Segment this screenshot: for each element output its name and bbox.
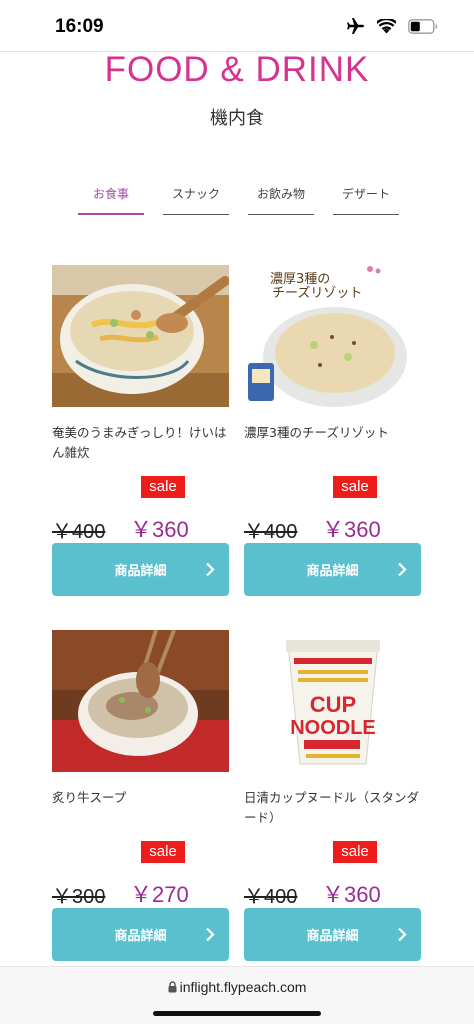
price-sale: ￥270	[130, 882, 189, 907]
chevron-right-icon	[398, 562, 407, 577]
chevron-right-icon	[398, 927, 407, 942]
lock-icon	[168, 981, 177, 993]
product-card: CUP NOODLE 日清カップヌードル（スタンダード） sale ￥400 ￥…	[244, 630, 421, 961]
detail-button-label: 商品詳細	[114, 564, 167, 579]
status-time: 16:09	[55, 16, 104, 37]
price-original: ￥400	[244, 521, 298, 543]
battery-icon	[408, 18, 438, 34]
tab-drinks[interactable]: お飲み物	[248, 184, 314, 215]
url-text: inflight.flypeach.com	[179, 979, 307, 995]
product-name: 日清カップヌードル（スタンダード）	[244, 790, 420, 825]
tab-snacks[interactable]: スナック	[163, 184, 229, 215]
product-image-beef-soup[interactable]	[52, 630, 229, 772]
sale-badge: sale	[333, 841, 377, 863]
tab-meals[interactable]: お食事	[78, 184, 144, 215]
page-title: FOOD & DRINK	[104, 50, 370, 89]
price-sale: ￥360	[322, 882, 381, 907]
status-bar: 16:09	[0, 0, 474, 52]
url-display[interactable]: inflight.flypeach.com	[0, 979, 474, 995]
browser-url-bar[interactable]: inflight.flypeach.com	[0, 966, 474, 1024]
product-card: 奄美のうまみぎっしり！けいはん雑炊 sale ￥400 ￥360 商品詳細	[52, 265, 229, 596]
chevron-right-icon	[206, 927, 215, 942]
detail-button-label: 商品詳細	[306, 564, 359, 579]
price-sale: ￥360	[322, 517, 381, 542]
sale-badge: sale	[141, 476, 185, 498]
price-sale: ￥360	[130, 517, 189, 542]
product-name: 炙り牛スープ	[52, 790, 127, 805]
image-caption-line2: チーズリゾット	[272, 285, 362, 301]
price-original: ￥300	[52, 886, 106, 908]
tab-desserts[interactable]: デザート	[333, 184, 399, 215]
chevron-right-icon	[206, 562, 215, 577]
sale-badge: sale	[141, 841, 185, 863]
price-original: ￥400	[244, 886, 298, 908]
price-original: ￥400	[52, 521, 106, 543]
product-image-cup-noodle[interactable]: CUP NOODLE	[244, 630, 421, 772]
detail-button-label: 商品詳細	[114, 929, 167, 944]
airplane-icon	[345, 17, 365, 35]
category-tabs: お食事 スナック お飲み物 デザート	[78, 184, 399, 215]
product-card: 炙り牛スープ sale ￥300 ￥270 商品詳細	[52, 630, 229, 961]
image-caption-line1: 濃厚3種の	[270, 271, 330, 287]
product-image-zosui[interactable]	[52, 265, 229, 407]
svg-text:CUP: CUP	[310, 692, 356, 717]
detail-button-label: 商品詳細	[306, 929, 359, 944]
product-name: 奄美のうまみぎっしり！けいはん雑炊	[52, 425, 227, 460]
sale-badge: sale	[333, 476, 377, 498]
product-detail-button[interactable]: 商品詳細	[52, 908, 229, 961]
product-detail-button[interactable]: 商品詳細	[52, 543, 229, 596]
page-subtitle: 機内食	[210, 108, 264, 129]
home-indicator[interactable]	[153, 1011, 321, 1016]
svg-text:NOODLE: NOODLE	[290, 717, 376, 739]
status-icons	[345, 17, 438, 35]
product-card: 濃厚3種の チーズリゾット 濃厚3種のチーズリゾット sale ￥400 ￥36…	[244, 265, 421, 596]
product-name: 濃厚3種のチーズリゾット	[244, 425, 389, 440]
wifi-icon	[377, 18, 396, 34]
product-detail-button[interactable]: 商品詳細	[244, 543, 421, 596]
product-detail-button[interactable]: 商品詳細	[244, 908, 421, 961]
product-image-risotto[interactable]: 濃厚3種の チーズリゾット	[244, 265, 421, 407]
